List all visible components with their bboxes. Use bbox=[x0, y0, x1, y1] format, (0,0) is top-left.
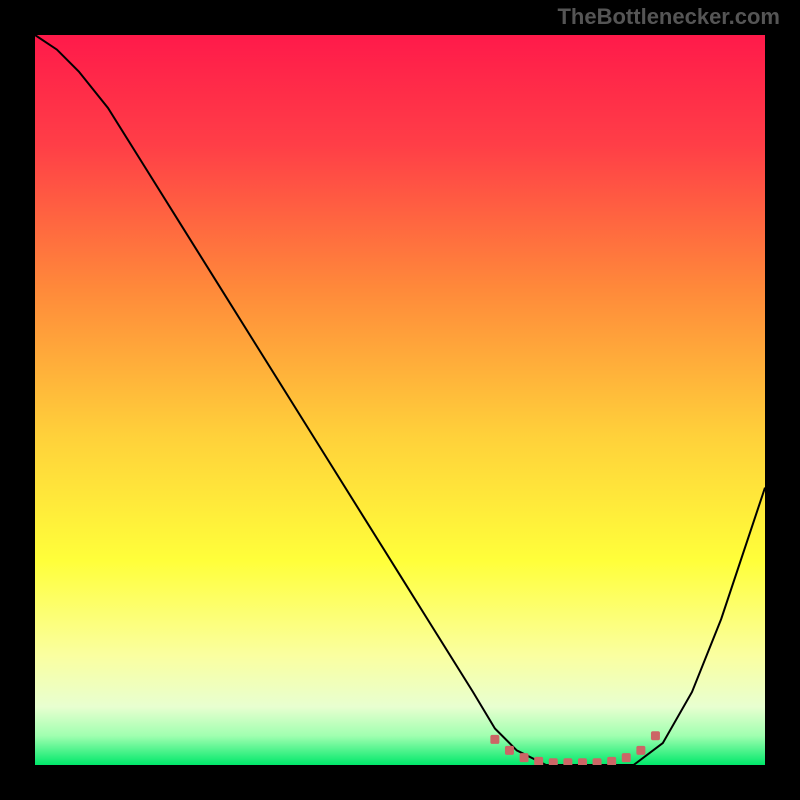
chart-optimal-markers bbox=[35, 35, 765, 765]
chart-plot-area bbox=[35, 35, 765, 765]
watermark-text: TheBottlenecker.com bbox=[557, 4, 780, 30]
